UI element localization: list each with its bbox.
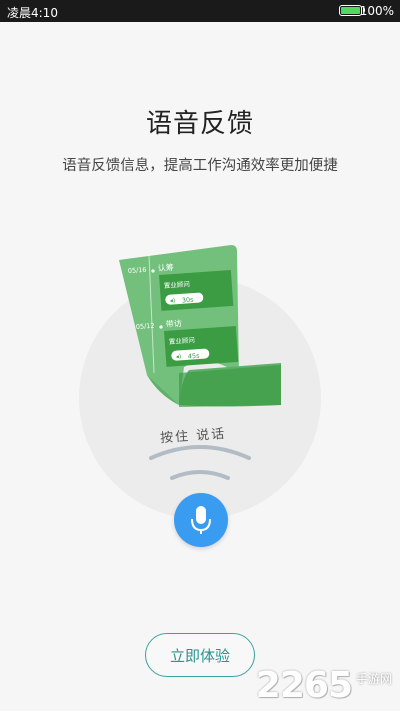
entry-1-duration: 30s [182,296,195,305]
entry-2-type: 带访 [165,318,182,329]
entry-1-role: 置业顾问 [164,279,191,290]
entry-1-date: 05/16 [128,266,147,275]
entry-2-duration: 45s [188,352,201,361]
entry-2-date: 05/12 [136,322,155,331]
mic-button[interactable] [174,493,228,547]
watermark-site: 手游网 [355,672,392,686]
speaker-icon: ◂) [170,297,176,304]
watermark-logo: 2265 [255,665,353,706]
entry-1-card [159,269,234,311]
speaker-icon: ◂) [176,353,182,360]
entry-1-type: 认筹 [157,262,174,273]
entry-2-role: 置业顾问 [169,335,196,346]
microphone-icon [191,506,211,534]
voice-feedback-illustration: 05/16 认筹 置业顾问 ◂) 30s 05/12 带访 置业顾问 ◂) 45… [79,245,321,519]
entry-2-card [164,325,239,367]
try-now-button[interactable]: 立即体验 [145,633,255,677]
